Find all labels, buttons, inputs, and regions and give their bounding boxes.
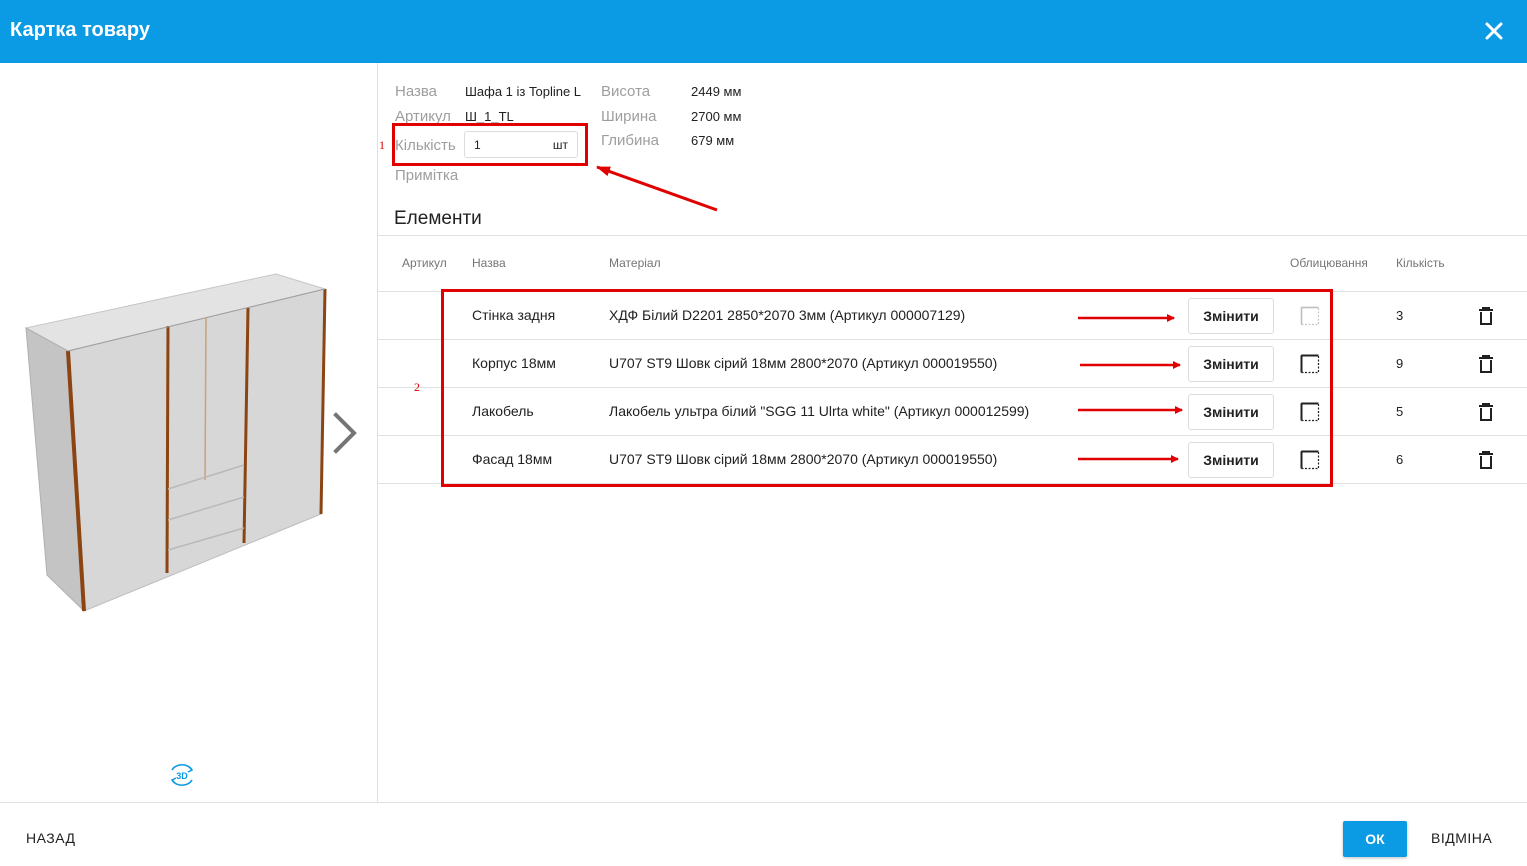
element-quantity: 5 <box>1396 404 1404 419</box>
column-header-material: Матеріал <box>609 256 661 270</box>
dialog-title: Картка товару <box>10 19 150 41</box>
column-header-sku: Артикул <box>402 256 447 270</box>
svg-text:3D: 3D <box>176 771 188 781</box>
sku-value: Ш_1_TL <box>465 109 514 124</box>
element-quantity: 6 <box>1396 452 1404 467</box>
note-label: Примітка <box>395 167 459 184</box>
annotation-box-quantity <box>392 123 588 166</box>
dialog-footer: НАЗАД ОК ВІДМІНА <box>0 802 1527 866</box>
trash-icon[interactable] <box>1477 450 1495 470</box>
wardrobe-preview-image <box>24 273 327 613</box>
annotation-marker-1: 1 <box>379 138 385 152</box>
width-value: 2700 мм <box>691 109 742 124</box>
depth-label: Глибина <box>601 132 660 149</box>
annotation-marker-2: 2 <box>414 380 420 394</box>
trash-icon[interactable] <box>1477 402 1495 422</box>
chevron-right-icon[interactable] <box>330 411 362 455</box>
trash-icon[interactable] <box>1477 306 1495 326</box>
section-divider <box>378 235 1527 236</box>
cancel-button[interactable]: ВІДМІНА <box>1431 830 1492 846</box>
annotation-box-elements <box>441 289 1333 487</box>
column-header-name: Назва <box>472 256 506 270</box>
height-label: Висота <box>601 83 651 100</box>
3d-rotate-icon[interactable]: 3D <box>167 761 197 789</box>
column-header-edging: Облицювання <box>1290 256 1368 270</box>
elements-title: Елементи <box>394 208 482 229</box>
trash-icon[interactable] <box>1477 354 1495 374</box>
height-value: 2449 мм <box>691 84 742 99</box>
dialog-header: Картка товару <box>0 0 1527 63</box>
back-button[interactable]: НАЗАД <box>26 830 76 846</box>
name-label: Назва <box>395 83 438 100</box>
depth-value: 679 мм <box>691 133 735 148</box>
preview-panel: 3D <box>0 63 378 802</box>
ok-button[interactable]: ОК <box>1343 821 1407 857</box>
close-icon[interactable] <box>1480 17 1508 45</box>
name-value: Шафа 1 із Topline L <box>465 84 582 99</box>
width-label: Ширина <box>601 108 657 125</box>
element-quantity: 9 <box>1396 356 1404 371</box>
column-header-quantity: Кількість <box>1396 256 1445 270</box>
element-quantity: 3 <box>1396 308 1404 323</box>
